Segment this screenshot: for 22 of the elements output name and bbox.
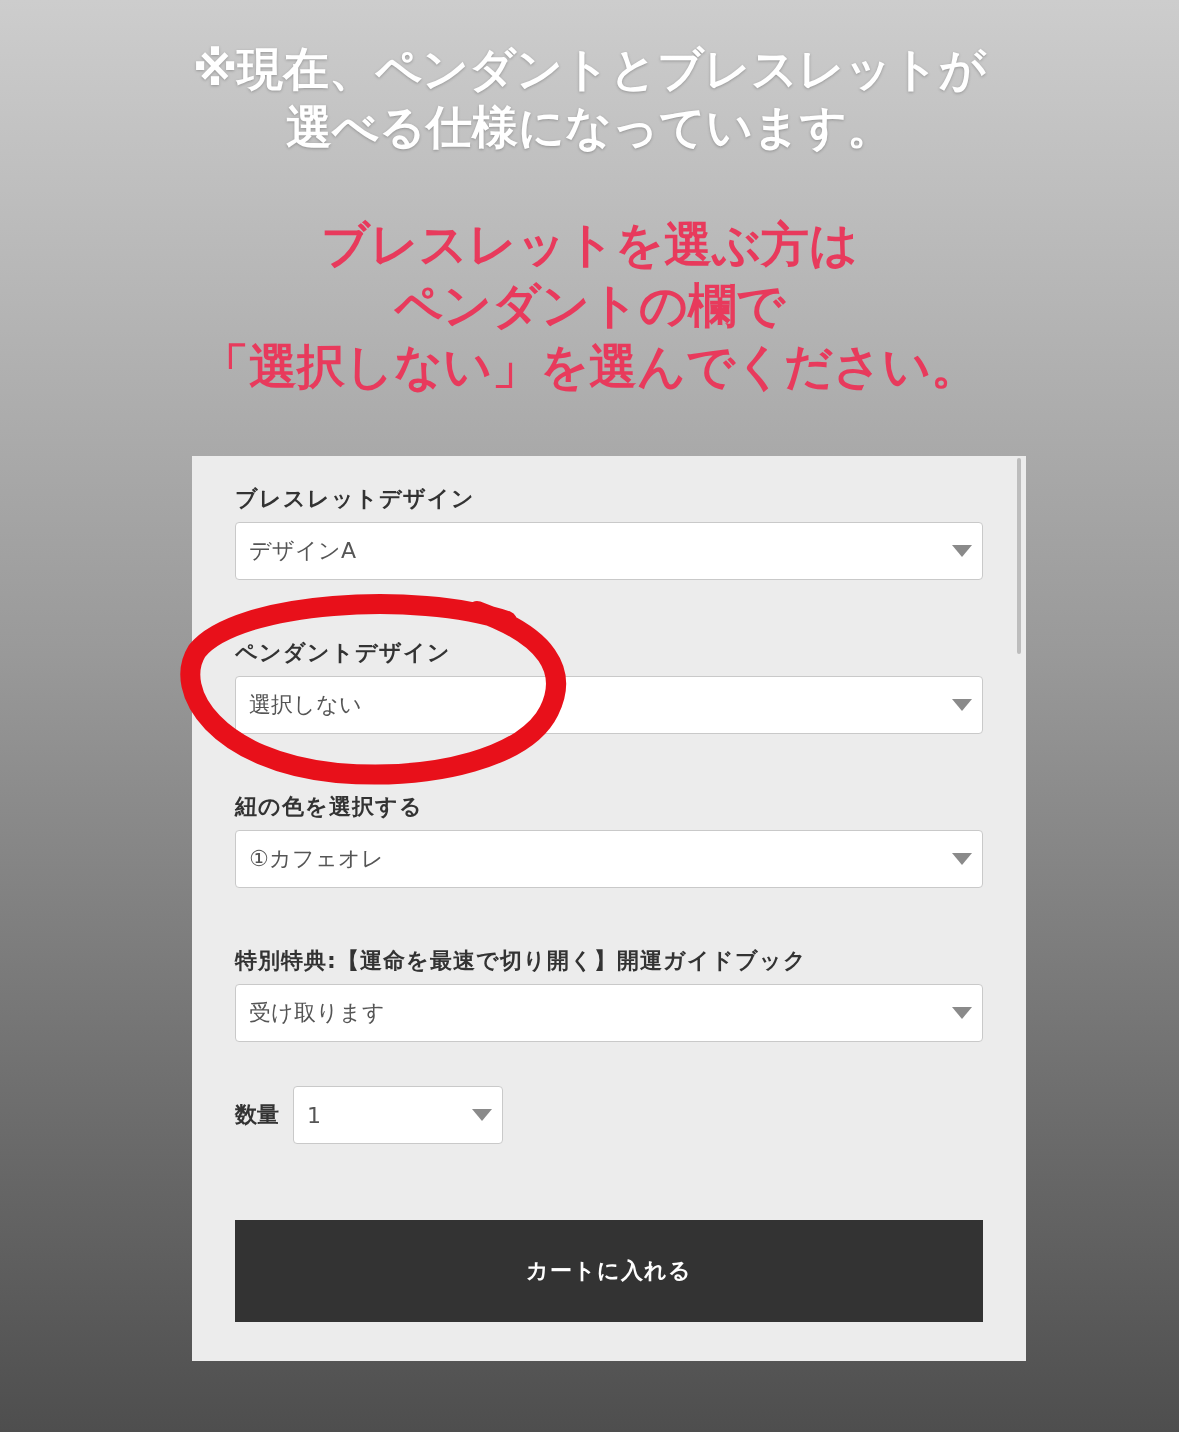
caret-icon	[472, 1109, 492, 1121]
caret-icon	[952, 853, 972, 865]
field-label: ペンダントデザイン	[235, 639, 452, 667]
notice-text: ※現在、ペンダントとブレスレットが	[191, 41, 988, 98]
caret-icon	[952, 699, 972, 711]
dropdown[interactable]: 受け取ります	[235, 984, 983, 1042]
dropdown[interactable]: 選択しない	[235, 676, 983, 734]
scrollbar[interactable]	[1017, 458, 1021, 654]
dropdown[interactable]: ①カフェオレ	[235, 830, 983, 888]
instruction-text: 「選択しない」を選んでください。	[199, 337, 980, 396]
notice-text: 選べる仕様になっています。	[285, 99, 894, 156]
field-label: 紐の色を選択する	[235, 793, 424, 821]
caret-icon	[952, 1007, 972, 1019]
add-to-cart-button[interactable]: カートに入れる	[235, 1220, 983, 1322]
quantity-label: 数量	[235, 1101, 279, 1129]
field-label: ブレスレットデザイン	[235, 485, 476, 513]
field-label: 特別特典:【運命を最速で切り開く】開運ガイドブック	[235, 947, 808, 975]
instruction-text: ブレスレットを選ぶ方は	[320, 215, 859, 274]
dropdown[interactable]: デザインA	[235, 522, 983, 580]
quantity-dropdown[interactable]: 1	[293, 1086, 503, 1144]
instruction-text: ペンダントの欄で	[393, 276, 787, 335]
caret-icon	[952, 545, 972, 557]
